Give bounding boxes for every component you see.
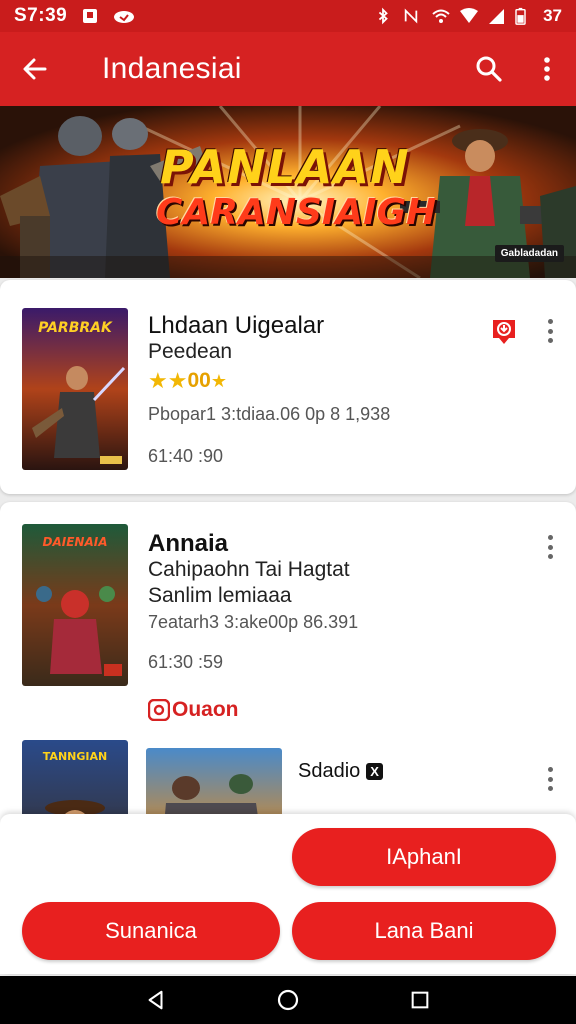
search-icon xyxy=(476,56,502,82)
star-icon: ★ xyxy=(210,370,227,391)
game-cover-2[interactable]: DAIENAIA xyxy=(22,524,128,686)
more-options-button[interactable] xyxy=(538,532,562,562)
app-root: S7:39 37 Indanesiai PANLAAN CARANSIAIGH … xyxy=(0,0,576,1024)
game-rating: ★ ★ 00 ★ xyxy=(148,368,227,394)
download-badge-icon[interactable] xyxy=(489,316,519,346)
more-vert-icon xyxy=(544,57,550,81)
tag-chip[interactable]: Ouaon xyxy=(148,698,239,722)
tag-label: Ouaon xyxy=(172,698,239,721)
banner-subtitle: CARANSIAIGH xyxy=(156,192,437,233)
more-options-button[interactable] xyxy=(538,316,562,346)
app-bar: Indanesiai xyxy=(0,32,576,106)
banner-title: PANLAAN xyxy=(160,140,410,194)
game-card-1[interactable]: PARBRAK Lhdaan Uigealar Peedean ★ ★ 00 ★… xyxy=(0,280,576,494)
studio-label: Sdadio X xyxy=(298,760,383,783)
battery-icon xyxy=(515,7,533,25)
nav-recents-button[interactable] xyxy=(400,980,440,1020)
game-title: Annaia xyxy=(148,530,229,557)
wifi-icon xyxy=(459,7,479,25)
tag-icon xyxy=(148,699,170,721)
game-subtitle: Peedean xyxy=(148,340,233,363)
circle-home-icon xyxy=(277,989,299,1011)
battery-level: 37 xyxy=(543,6,562,25)
rating-value: 00 xyxy=(187,369,211,392)
back-button[interactable] xyxy=(0,32,70,106)
banner-badge: Gabladadan xyxy=(494,245,564,262)
square-recents-icon xyxy=(411,991,429,1009)
game-subtitle: Cahipaohn Tai Hagtat xyxy=(148,558,350,581)
secondary-right-button[interactable]: Lana Bani xyxy=(292,902,556,960)
game-meta-secondary: 61:30 :59 xyxy=(148,652,224,672)
game-meta-secondary: 61:40 :90 xyxy=(148,446,224,466)
bluetooth-icon xyxy=(375,7,393,25)
page-title: Indanesiai xyxy=(102,52,242,85)
game-meta: 7eatarh3 3:ake00p 86.391 xyxy=(148,612,359,632)
star-icon: ★ xyxy=(148,368,168,393)
game-cover-1[interactable]: PARBRAK xyxy=(22,308,128,470)
status-time: S7:39 xyxy=(14,5,68,26)
game-meta: Pbopar1 3:tdiaa.06 0p 8 1,938 xyxy=(148,404,391,424)
cloud-icon xyxy=(113,7,135,25)
primary-action-button[interactable]: IAphanI xyxy=(292,828,556,886)
featured-banner[interactable]: PANLAAN CARANSIAIGH Gabladadan xyxy=(0,106,576,278)
nav-back-button[interactable] xyxy=(136,980,176,1020)
studio-name: Sdadio xyxy=(298,760,361,782)
game-subtitle-secondary: Sanlim lemiaaa xyxy=(148,584,292,607)
signal-icon xyxy=(487,7,505,25)
search-button[interactable] xyxy=(460,32,518,106)
studio-badge: X xyxy=(366,763,383,780)
arrow-back-icon xyxy=(23,58,47,80)
triangle-back-icon xyxy=(148,990,163,1010)
system-nav-bar xyxy=(0,976,576,1024)
game-title: Lhdaan Uigealar xyxy=(148,312,325,339)
star-icon: ★ xyxy=(167,368,188,393)
status-bar: S7:39 37 xyxy=(0,0,576,32)
wifi-calling-icon xyxy=(431,7,450,25)
svg-text:DAIENAIA: DAIENAIA xyxy=(43,535,108,549)
more-options-button[interactable] xyxy=(538,764,562,794)
svg-text:PARBRAK: PARBRAK xyxy=(38,320,113,336)
secondary-left-button[interactable]: Sunanica xyxy=(22,902,280,960)
cover-art-1: PARBRAK xyxy=(22,308,128,470)
action-sheet: IAphanI Sunanica Lana Bani xyxy=(0,814,576,974)
nfc-icon xyxy=(403,7,421,25)
cover-art-2: DAIENAIA xyxy=(22,524,128,686)
notification-icon xyxy=(81,7,99,25)
nav-home-button[interactable] xyxy=(268,980,308,1020)
overflow-menu-button[interactable] xyxy=(518,32,576,106)
svg-text:TANNGIAN: TANNGIAN xyxy=(43,750,107,763)
